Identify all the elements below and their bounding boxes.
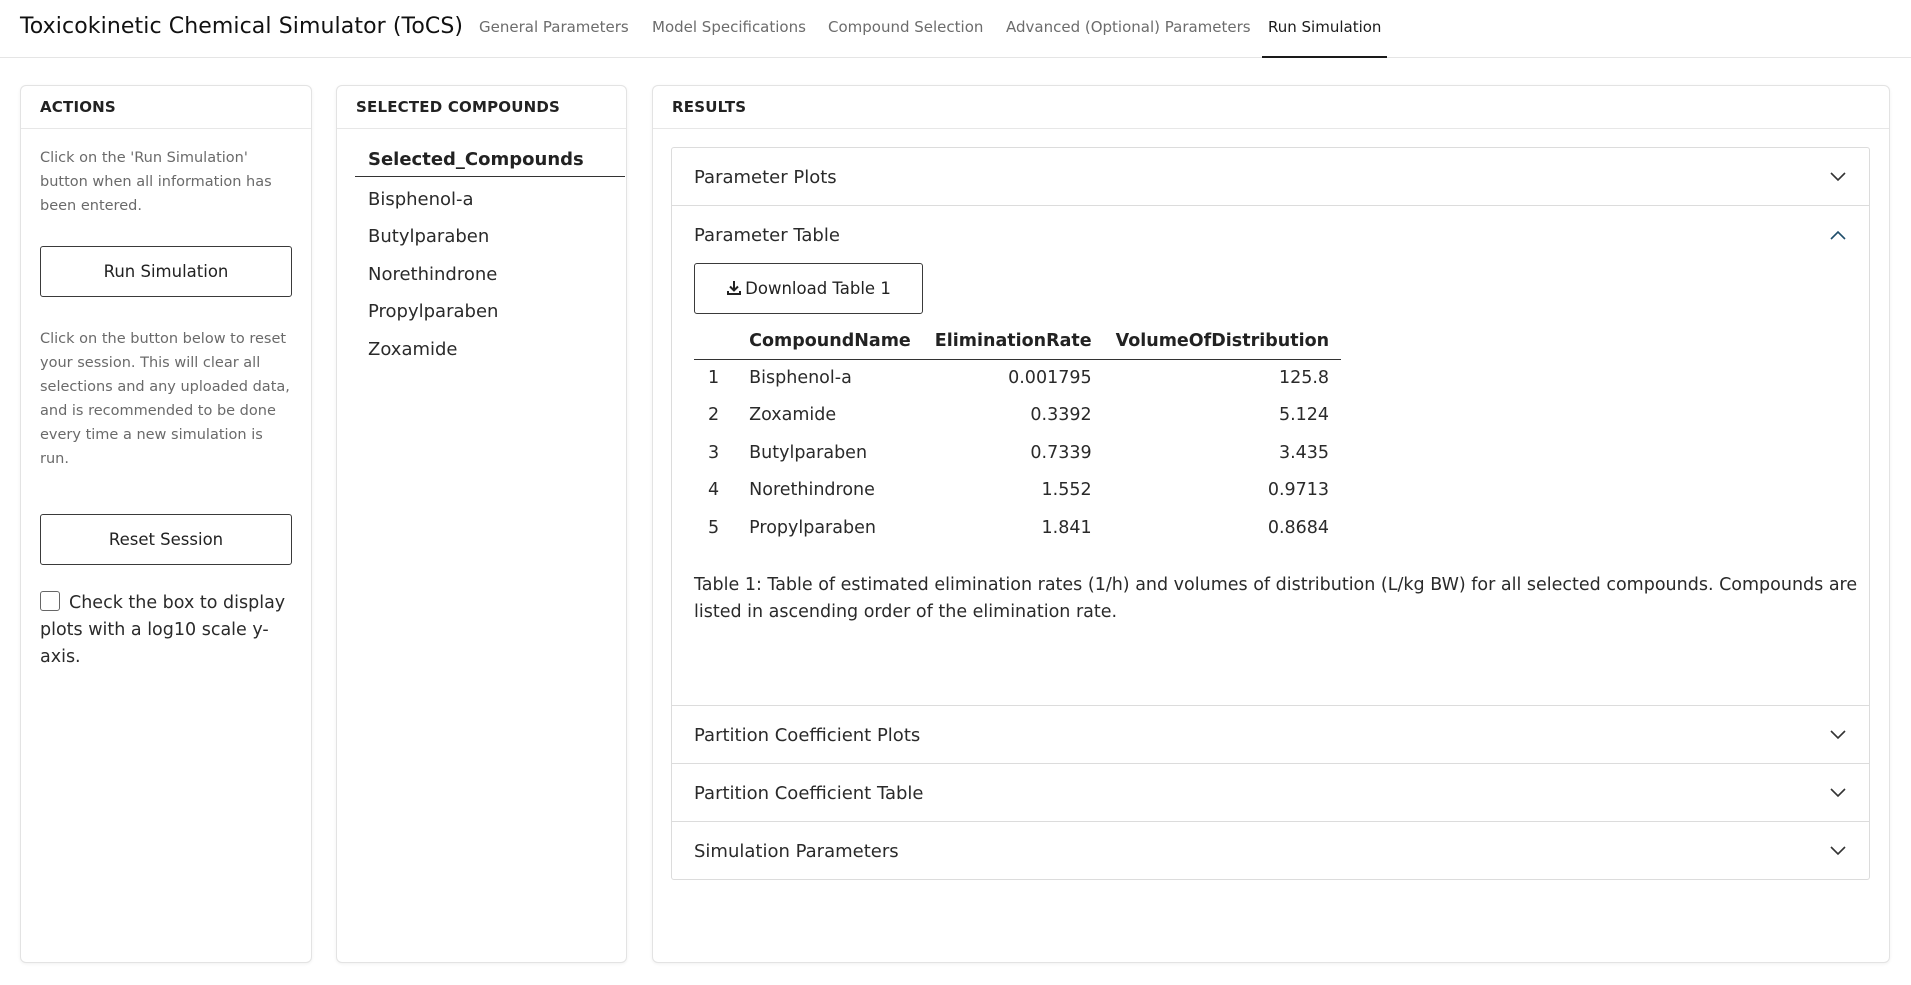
column-header: EliminationRate — [922, 323, 1104, 360]
elimination-rate-cell: 1.552 — [1041, 480, 1092, 501]
compound-name-cell: Norethindrone — [749, 480, 875, 501]
chevron-down-icon — [1830, 788, 1846, 798]
results-accordion: Parameter Plots Parameter Table Download… — [671, 147, 1870, 880]
results-header: RESULTS — [653, 86, 1889, 129]
selected-compound-item: Norethindrone — [368, 264, 498, 285]
elimination-rate-cell: 0.001795 — [1008, 368, 1092, 388]
table-caption: Table 1: Table of estimated elimination … — [694, 575, 1858, 622]
download-icon — [727, 281, 742, 295]
chevron-down-icon — [1830, 846, 1846, 856]
tab-compound-selection[interactable]: Compound Selection — [828, 18, 983, 58]
actions-card: ACTIONS Click on the 'Run Simulation' bu… — [20, 85, 312, 963]
parameter-table: CompoundName EliminationRate VolumeOfDis… — [694, 323, 1342, 547]
accordion-simulation-parameters: Simulation Parameters — [672, 822, 1869, 879]
accordion-partition-coefficient-plots: Partition Coefficient Plots — [672, 706, 1869, 764]
selected-compounds-header: SELECTED COMPOUNDS — [337, 86, 626, 129]
run-help-text: Click on the 'Run Simulation' button whe… — [40, 150, 272, 214]
accordion-title: Parameter Plots — [694, 167, 837, 188]
download-table-label: Download Table 1 — [745, 279, 891, 298]
accordion-header-parameter-table[interactable]: Parameter Table — [672, 206, 1869, 263]
chevron-up-icon — [1830, 230, 1846, 240]
selected-compounds-column-header: Selected_Compounds — [355, 149, 625, 177]
selected-compound-item: Butylparaben — [368, 226, 490, 247]
volume-distribution-cell: 125.8 — [1278, 368, 1330, 388]
row-index: 1 — [708, 368, 720, 388]
accordion-title: Simulation Parameters — [694, 841, 899, 862]
app-title: Toxicokinetic Chemical Simulator (ToCS) — [20, 14, 464, 39]
accordion-partition-coefficient-table: Partition Coefficient Table — [672, 764, 1869, 822]
table-row: 1 Bisphenol-a 0.001795 125.8 — [694, 359, 1341, 397]
accordion-header-partition-coefficient-table[interactable]: Partition Coefficient Table — [672, 764, 1869, 821]
elimination-rate-cell: 0.7339 — [1030, 442, 1092, 463]
elimination-rate-cell: 0.3392 — [1030, 405, 1092, 426]
selected-compound-item: Propylparaben — [368, 301, 499, 322]
reset-session-button[interactable]: Reset Session — [40, 514, 292, 565]
download-table-button[interactable]: Download Table 1 — [694, 263, 923, 314]
compound-name-cell: Zoxamide — [749, 405, 837, 426]
column-header: VolumeOfDistribution — [1103, 323, 1342, 360]
log-scale-option: Check the box to display plots with a lo… — [40, 590, 300, 671]
row-index: 4 — [708, 480, 720, 501]
tab-general-parameters[interactable]: General Parameters — [479, 18, 629, 58]
top-navbar: Toxicokinetic Chemical Simulator (ToCS) … — [0, 0, 1911, 58]
compound-name-cell: Propylparaben — [749, 517, 876, 538]
parameter-table-panel: Download Table 1 CompoundName Eliminatio… — [672, 263, 1869, 705]
row-index: 5 — [708, 517, 720, 538]
row-index: 3 — [708, 442, 720, 463]
accordion-parameter-table: Parameter Table Download Table 1 Compoun… — [672, 206, 1869, 706]
accordion-title: Partition Coefficient Table — [694, 783, 924, 804]
volume-distribution-cell: 5.124 — [1278, 405, 1330, 426]
elimination-rate-cell: 1.841 — [1041, 517, 1092, 538]
column-header: CompoundName — [737, 323, 923, 360]
accordion-header-partition-coefficient-plots[interactable]: Partition Coefficient Plots — [672, 706, 1869, 763]
chevron-down-icon — [1830, 172, 1846, 182]
selected-compound-item: Bisphenol-a — [368, 189, 474, 210]
accordion-title: Parameter Table — [694, 225, 840, 246]
table-row: 3 Butylparaben 0.7339 3.435 — [694, 434, 1341, 472]
log-scale-checkbox[interactable] — [40, 591, 60, 611]
chevron-down-icon — [1830, 730, 1846, 740]
table-row: 5 Propylparaben 1.841 0.8684 — [694, 509, 1341, 547]
log-scale-label: Check the box to display plots with a lo… — [40, 593, 286, 667]
tab-model-specifications[interactable]: Model Specifications — [652, 18, 806, 58]
compound-name-cell: Bisphenol-a — [749, 368, 852, 388]
reset-help-text: Click on the button below to reset your … — [40, 331, 290, 467]
index-column-header — [694, 323, 738, 360]
table-header-row: CompoundName EliminationRate VolumeOfDis… — [694, 323, 1342, 360]
table-row: 2 Zoxamide 0.3392 5.124 — [694, 397, 1341, 435]
compound-name-cell: Butylparaben — [749, 442, 868, 463]
volume-distribution-cell: 0.9713 — [1267, 480, 1330, 501]
run-simulation-button[interactable]: Run Simulation — [40, 246, 292, 297]
row-index: 2 — [708, 405, 720, 426]
selected-compound-item: Zoxamide — [368, 339, 458, 360]
actions-header: ACTIONS — [21, 86, 311, 129]
accordion-parameter-plots: Parameter Plots — [672, 148, 1869, 206]
tab-advanced-parameters[interactable]: Advanced (Optional) Parameters — [1006, 18, 1251, 58]
table-row: 4 Norethindrone 1.552 0.9713 — [694, 472, 1341, 510]
accordion-header-simulation-parameters[interactable]: Simulation Parameters — [672, 822, 1869, 879]
tab-run-simulation[interactable]: Run Simulation — [1261, 18, 1388, 58]
selected-compounds-card: SELECTED COMPOUNDS Selected_Compounds Bi… — [336, 85, 627, 963]
volume-distribution-cell: 3.435 — [1278, 442, 1330, 463]
accordion-title: Partition Coefficient Plots — [694, 725, 921, 746]
accordion-header-parameter-plots[interactable]: Parameter Plots — [672, 148, 1869, 205]
volume-distribution-cell: 0.8684 — [1267, 517, 1330, 538]
results-card: RESULTS Parameter Plots Parameter Table … — [652, 85, 1890, 963]
